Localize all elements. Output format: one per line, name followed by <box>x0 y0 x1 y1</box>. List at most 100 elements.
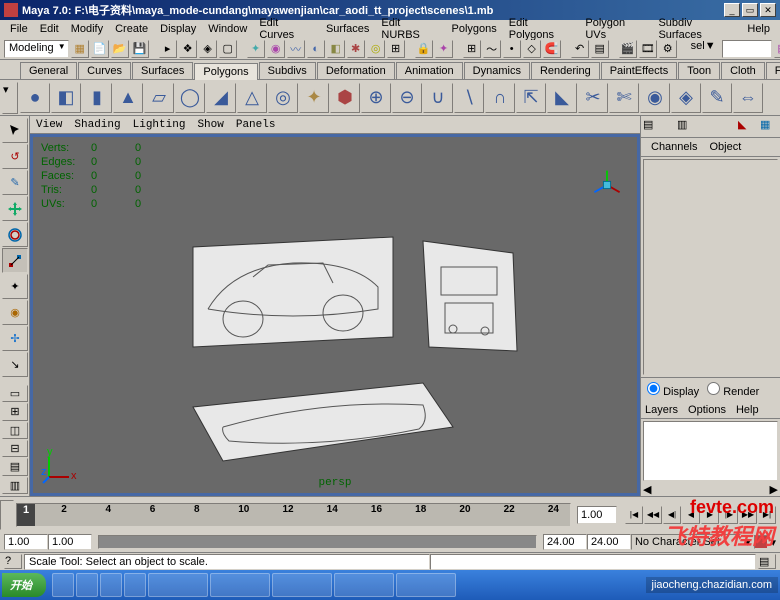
poly-cube-icon[interactable]: ◧ <box>51 83 81 113</box>
lasso-tool[interactable]: ↺ <box>2 144 28 169</box>
filter-handle-icon[interactable]: ✦ <box>247 40 265 58</box>
layers-menu-help[interactable]: Help <box>736 404 759 416</box>
filter-joint-icon[interactable]: ◉ <box>267 40 285 58</box>
channel-list[interactable] <box>643 159 778 375</box>
lock-icon[interactable]: 🔒 <box>415 40 433 58</box>
taskbar-app[interactable] <box>210 573 270 597</box>
quick-launch-icon[interactable] <box>124 573 146 597</box>
last-tool[interactable]: ↘ <box>2 352 28 377</box>
close-button[interactable]: ✕ <box>760 3 776 17</box>
start-button[interactable]: 开始 <box>2 573 46 597</box>
menu-create[interactable]: Create <box>109 22 154 36</box>
history-icon[interactable]: ↶ <box>571 40 589 58</box>
script-layout-icon[interactable]: ▥ <box>2 477 28 494</box>
extrude-icon[interactable]: ⇱ <box>516 83 546 113</box>
sel-hier-icon[interactable]: ❖ <box>179 40 197 58</box>
layers-menu-options[interactable]: Options <box>688 404 726 416</box>
vp-menu-shading[interactable]: Shading <box>74 119 120 131</box>
mirror-icon[interactable]: ⇔ <box>733 83 763 113</box>
shelf-tab-general[interactable]: General <box>20 62 77 79</box>
shelf-tab-subdivs[interactable]: Subdivs <box>259 62 316 79</box>
cut-faces-icon[interactable]: ✄ <box>609 83 639 113</box>
render-radio[interactable]: Render <box>707 382 759 398</box>
vp-menu-view[interactable]: View <box>36 119 62 131</box>
menu-modify[interactable]: Modify <box>65 22 109 36</box>
menu-surfaces[interactable]: Surfaces <box>320 22 375 36</box>
menu-polygon-uvs[interactable]: Polygon UVs <box>579 16 652 42</box>
taskbar-app[interactable] <box>272 573 332 597</box>
menu-polygons[interactable]: Polygons <box>446 22 503 36</box>
snap-curve-icon[interactable]: 〜 <box>483 40 501 58</box>
taskbar-app[interactable] <box>334 573 394 597</box>
channel-tab-icon[interactable]: ▤ <box>643 118 661 134</box>
highlight-icon[interactable]: ✦ <box>435 40 453 58</box>
character-set-field[interactable]: No Character Set <box>631 534 741 550</box>
status-icon[interactable]: ▦ <box>71 40 89 58</box>
outliner-layout-icon[interactable]: ◫ <box>2 422 28 439</box>
poly-soccer-icon[interactable]: ⬢ <box>330 83 360 113</box>
boolean-inter-icon[interactable]: ∩ <box>485 83 515 113</box>
shelf-tab-fluids[interactable]: Fluids <box>766 62 780 79</box>
poly-sphere-icon[interactable]: ● <box>20 83 50 113</box>
system-tray[interactable]: jiaocheng.chazidian.com <box>646 577 778 593</box>
show-manip-tool[interactable]: ✢ <box>2 326 28 351</box>
poly-helix-icon[interactable]: ✦ <box>299 83 329 113</box>
shelf-tab-polygons[interactable]: Polygons <box>194 63 257 80</box>
shelf-toggle[interactable]: ▾ <box>2 82 18 114</box>
quick-launch-icon[interactable] <box>100 573 122 597</box>
go-end-button[interactable]: ▶| <box>758 506 776 524</box>
menu-subdiv-surfaces[interactable]: Subdiv Surfaces <box>652 16 741 42</box>
ae-icon[interactable]: ▦ <box>760 118 778 134</box>
menu-edit-polygons[interactable]: Edit Polygons <box>503 16 580 42</box>
object-tab[interactable]: Object <box>703 140 747 154</box>
snap-plane-icon[interactable]: ◇ <box>523 40 541 58</box>
vp-menu-lighting[interactable]: Lighting <box>133 119 186 131</box>
step-fwd-button[interactable]: ▶▶ <box>739 506 757 524</box>
key-menu-icon[interactable]: ▾ <box>770 536 776 549</box>
filter-misc-icon[interactable]: ⊞ <box>387 40 405 58</box>
maximize-button[interactable]: ▭ <box>742 3 758 17</box>
render-globals-icon[interactable]: ⚙ <box>659 40 677 58</box>
poly-plane-icon[interactable]: ▱ <box>144 83 174 113</box>
quick-launch-icon[interactable] <box>76 573 98 597</box>
input-line-icon[interactable]: ▤ <box>591 40 609 58</box>
new-scene-icon[interactable]: 📄 <box>91 40 109 58</box>
shelf-tab-deformation[interactable]: Deformation <box>317 62 395 79</box>
range-start-outer[interactable] <box>4 534 48 550</box>
sculpt-icon[interactable]: ✎ <box>702 83 732 113</box>
view-compass-icon[interactable] <box>589 167 625 203</box>
vp-menu-show[interactable]: Show <box>197 119 223 131</box>
four-pane-icon[interactable]: ⊞ <box>2 403 28 420</box>
paint-select-tool[interactable]: ✎ <box>2 170 28 195</box>
snap-grid-icon[interactable]: ⊞ <box>463 40 481 58</box>
filter-dynamic-icon[interactable]: ✱ <box>347 40 365 58</box>
mode-selector[interactable]: Modeling <box>4 40 69 58</box>
poly-torus-icon[interactable]: ◯ <box>175 83 205 113</box>
play-fwd-button[interactable]: ▶ <box>701 506 719 524</box>
step-back-button[interactable]: ◀◀ <box>644 506 662 524</box>
scroll-left-icon[interactable]: ◀ <box>643 483 651 496</box>
key-fwd-button[interactable]: |▶ <box>720 506 738 524</box>
auto-key-button[interactable] <box>754 535 768 549</box>
shelf-tab-dynamics[interactable]: Dynamics <box>464 62 530 79</box>
boolean-diff-icon[interactable]: ∖ <box>454 83 484 113</box>
open-scene-icon[interactable]: 📂 <box>111 40 129 58</box>
key-back-button[interactable]: ◀| <box>663 506 681 524</box>
scale-tool[interactable] <box>2 248 28 273</box>
poly-pyramid-icon[interactable]: △ <box>237 83 267 113</box>
rotate-tool[interactable] <box>2 222 28 247</box>
shelf-tab-animation[interactable]: Animation <box>396 62 463 79</box>
hyper-layout-icon[interactable]: ⊟ <box>2 440 28 457</box>
persp-viewport[interactable]: Verts:00Edges:00Faces:00Tris:00UVs:00 <box>30 134 640 496</box>
bevel-icon[interactable]: ◣ <box>547 83 577 113</box>
filter-deform-icon[interactable]: ◧ <box>327 40 345 58</box>
vp-menu-panels[interactable]: Panels <box>236 119 276 131</box>
persp-layout-icon[interactable]: ▤ <box>2 458 28 475</box>
combine-icon[interactable]: ⊕ <box>361 83 391 113</box>
select-tool[interactable] <box>2 118 28 143</box>
current-frame[interactable]: 1 <box>17 504 35 526</box>
soft-mod-tool[interactable]: ◉ <box>2 300 28 325</box>
subdiv-proxy-icon[interactable]: ◈ <box>671 83 701 113</box>
menu-edit-nurbs[interactable]: Edit NURBS <box>375 16 445 42</box>
minimize-button[interactable]: _ <box>724 3 740 17</box>
